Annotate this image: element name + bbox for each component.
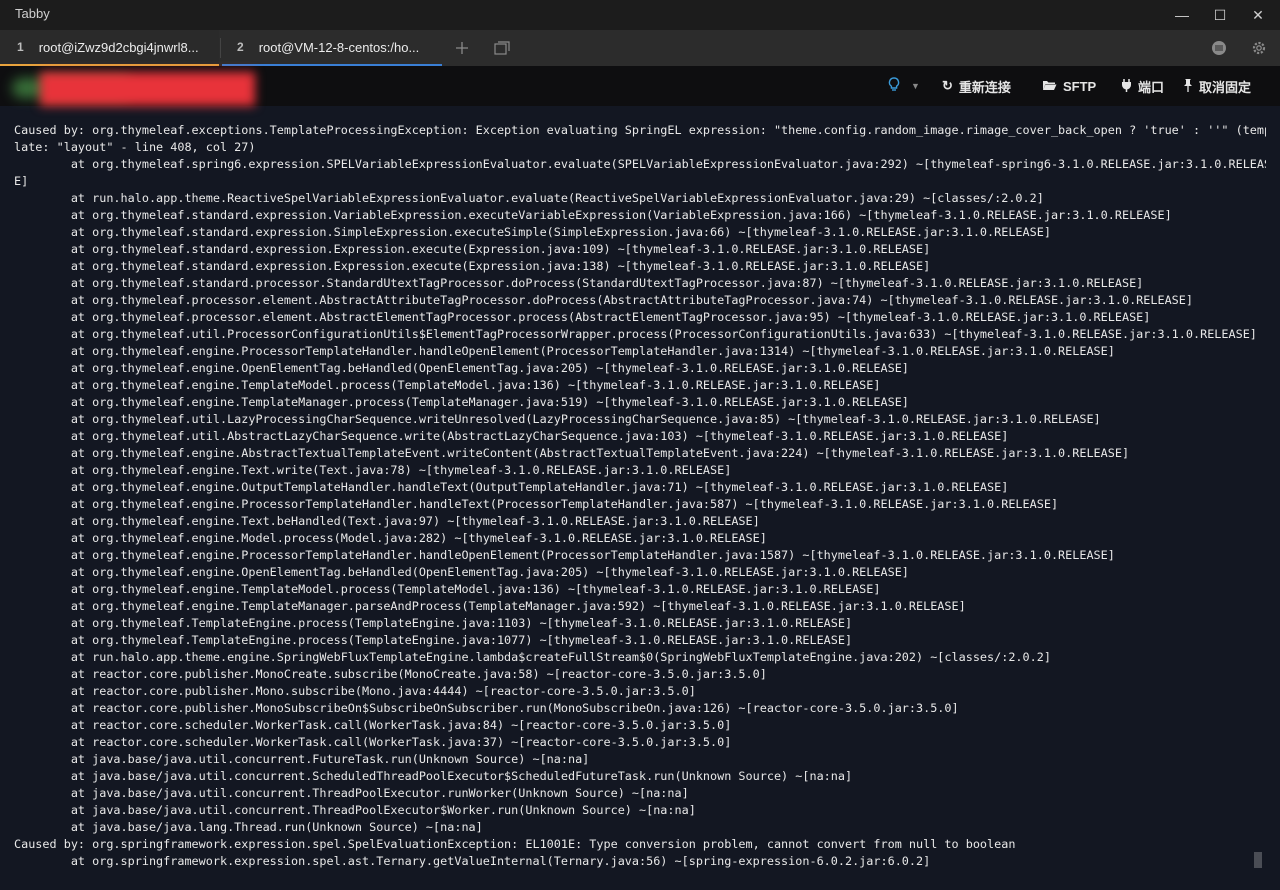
terminal-line: at org.thymeleaf.engine.TemplateManager.… [14, 599, 966, 613]
terminal-line: at org.thymeleaf.standard.expression.Exp… [14, 259, 931, 273]
unpin-label: 取消固定 [1199, 79, 1252, 95]
terminal-line: at org.thymeleaf.processor.element.Abstr… [14, 293, 1193, 307]
terminal-line: at org.thymeleaf.engine.OpenElementTag.b… [14, 361, 909, 375]
reconnect-button[interactable]: ↻ 重新连接 [942, 66, 1011, 106]
ports-label: 端口 [1138, 79, 1165, 95]
color-scheme-button[interactable]: ▼ [888, 66, 920, 106]
terminal-line: at org.thymeleaf.engine.TemplateModel.pr… [14, 378, 881, 392]
terminal-line: at run.halo.app.theme.ReactiveSpelVariab… [14, 191, 1044, 205]
tab-session-1[interactable]: 1 root@iZwz9d2cbgi4jnwrl8... [0, 30, 219, 66]
tab-index: 2 [237, 40, 244, 54]
terminal-cursor [1254, 852, 1262, 868]
terminal-line: at org.thymeleaf.engine.ProcessorTemplat… [14, 497, 1059, 511]
tab-session-2[interactable]: 2 root@VM-12-8-centos:/ho... [222, 30, 442, 66]
terminal-line: at org.thymeleaf.engine.OpenElementTag.b… [14, 565, 909, 579]
pin-icon [1183, 78, 1193, 95]
terminal-line: at java.base/java.util.concurrent.Thread… [14, 786, 689, 800]
terminal-line: at org.thymeleaf.processor.element.Abstr… [14, 310, 1151, 324]
lightbulb-icon [888, 77, 900, 95]
terminal-line: at java.base/java.util.concurrent.Thread… [14, 803, 696, 817]
terminal-line: at reactor.core.publisher.MonoSubscribeO… [14, 701, 959, 715]
settings-gear-icon[interactable] [1244, 30, 1274, 66]
terminal-line: at org.thymeleaf.standard.expression.Var… [14, 208, 1172, 222]
terminal-line: Caused by: org.thymeleaf.exceptions.Temp… [14, 123, 1266, 137]
terminal-line: at org.thymeleaf.util.ProcessorConfigura… [14, 327, 1257, 341]
terminal-line: at org.thymeleaf.engine.Text.beHandled(T… [14, 514, 760, 528]
tab-overview-icon[interactable] [487, 30, 517, 66]
tab-label: root@VM-12-8-centos:/ho... [258, 39, 420, 55]
sftp-label: SFTP [1063, 78, 1097, 94]
terminal-line: at org.thymeleaf.standard.expression.Sim… [14, 225, 1051, 239]
new-tab-icon[interactable] [447, 30, 477, 66]
terminal-line: at run.halo.app.theme.engine.SpringWebFl… [14, 650, 1051, 664]
terminal-line: at org.thymeleaf.engine.Text.write(Text.… [14, 463, 732, 477]
terminal-line: at org.thymeleaf.engine.ProcessorTemplat… [14, 548, 1115, 562]
terminal-line: at org.thymeleaf.spring6.expression.SPEL… [14, 157, 1266, 171]
terminal-line: at org.thymeleaf.engine.TemplateModel.pr… [14, 582, 881, 596]
terminal-line: at org.thymeleaf.engine.ProcessorTemplat… [14, 344, 1115, 358]
terminal-line: at org.springframework.expression.spel.a… [14, 854, 931, 868]
terminal-line: at org.thymeleaf.TemplateEngine.process(… [14, 616, 853, 630]
unpin-button[interactable]: 取消固定 [1183, 66, 1251, 106]
terminal-line: at java.base/java.util.concurrent.Schedu… [14, 769, 853, 783]
minimize-icon[interactable]: — [1163, 0, 1201, 30]
title-bar: Tabby — ☐ ✕ [0, 0, 1280, 30]
terminal-line: late: "layout" - line 408, col 27) [14, 140, 256, 154]
terminal-line: at org.thymeleaf.standard.expression.Exp… [14, 242, 931, 256]
terminal-line: at org.thymeleaf.util.AbstractLazyCharSe… [14, 429, 1009, 443]
terminal-line: at java.base/java.lang.Thread.run(Unknow… [14, 820, 483, 834]
terminal-line: at reactor.core.scheduler.WorkerTask.cal… [14, 735, 732, 749]
terminal-line: E] [14, 174, 29, 188]
app-title: Tabby [15, 6, 50, 21]
terminal-line: at org.thymeleaf.util.LazyProcessingChar… [14, 412, 1101, 426]
reconnect-label: 重新连接 [958, 79, 1011, 95]
maximize-icon[interactable]: ☐ [1201, 0, 1239, 30]
terminal-line: at reactor.core.publisher.Mono.subscribe… [14, 684, 696, 698]
tab-bar: 1 root@iZwz9d2cbgi4jnwrl8... 2 root@VM-1… [0, 30, 1280, 66]
chevron-down-icon: ▼ [911, 81, 920, 91]
terminal-line: at reactor.core.publisher.MonoCreate.sub… [14, 667, 767, 681]
terminal-line: at java.base/java.util.concurrent.Future… [14, 752, 590, 766]
terminal-line: at org.thymeleaf.engine.AbstractTextualT… [14, 446, 1130, 460]
terminal-line: at org.thymeleaf.engine.OutputTemplateHa… [14, 480, 1009, 494]
terminal-line: Caused by: org.springframework.expressio… [14, 837, 1016, 851]
profiles-menu-icon[interactable] [1204, 30, 1234, 66]
tab-divider [220, 38, 221, 58]
terminal-line: at org.thymeleaf.engine.TemplateManager.… [14, 395, 909, 409]
terminal-line: at org.thymeleaf.standard.processor.Stan… [14, 276, 1144, 290]
reconnect-icon: ↻ [942, 78, 953, 93]
redacted-host-label [40, 72, 255, 106]
terminal-line: at reactor.core.scheduler.WorkerTask.cal… [14, 718, 732, 732]
terminal-line: at org.thymeleaf.engine.Model.process(Mo… [14, 531, 767, 545]
tab-index: 1 [17, 40, 24, 54]
tab-label: root@iZwz9d2cbgi4jnwrl8... [38, 39, 199, 55]
terminal-output[interactable]: Caused by: org.thymeleaf.exceptions.Temp… [14, 122, 1266, 872]
plug-icon [1121, 78, 1132, 95]
folder-open-icon [1042, 79, 1057, 94]
ports-button[interactable]: 端口 [1121, 66, 1164, 106]
close-icon[interactable]: ✕ [1239, 0, 1277, 30]
terminal-line: at org.thymeleaf.TemplateEngine.process(… [14, 633, 853, 647]
sftp-button[interactable]: SFTP [1042, 66, 1096, 106]
